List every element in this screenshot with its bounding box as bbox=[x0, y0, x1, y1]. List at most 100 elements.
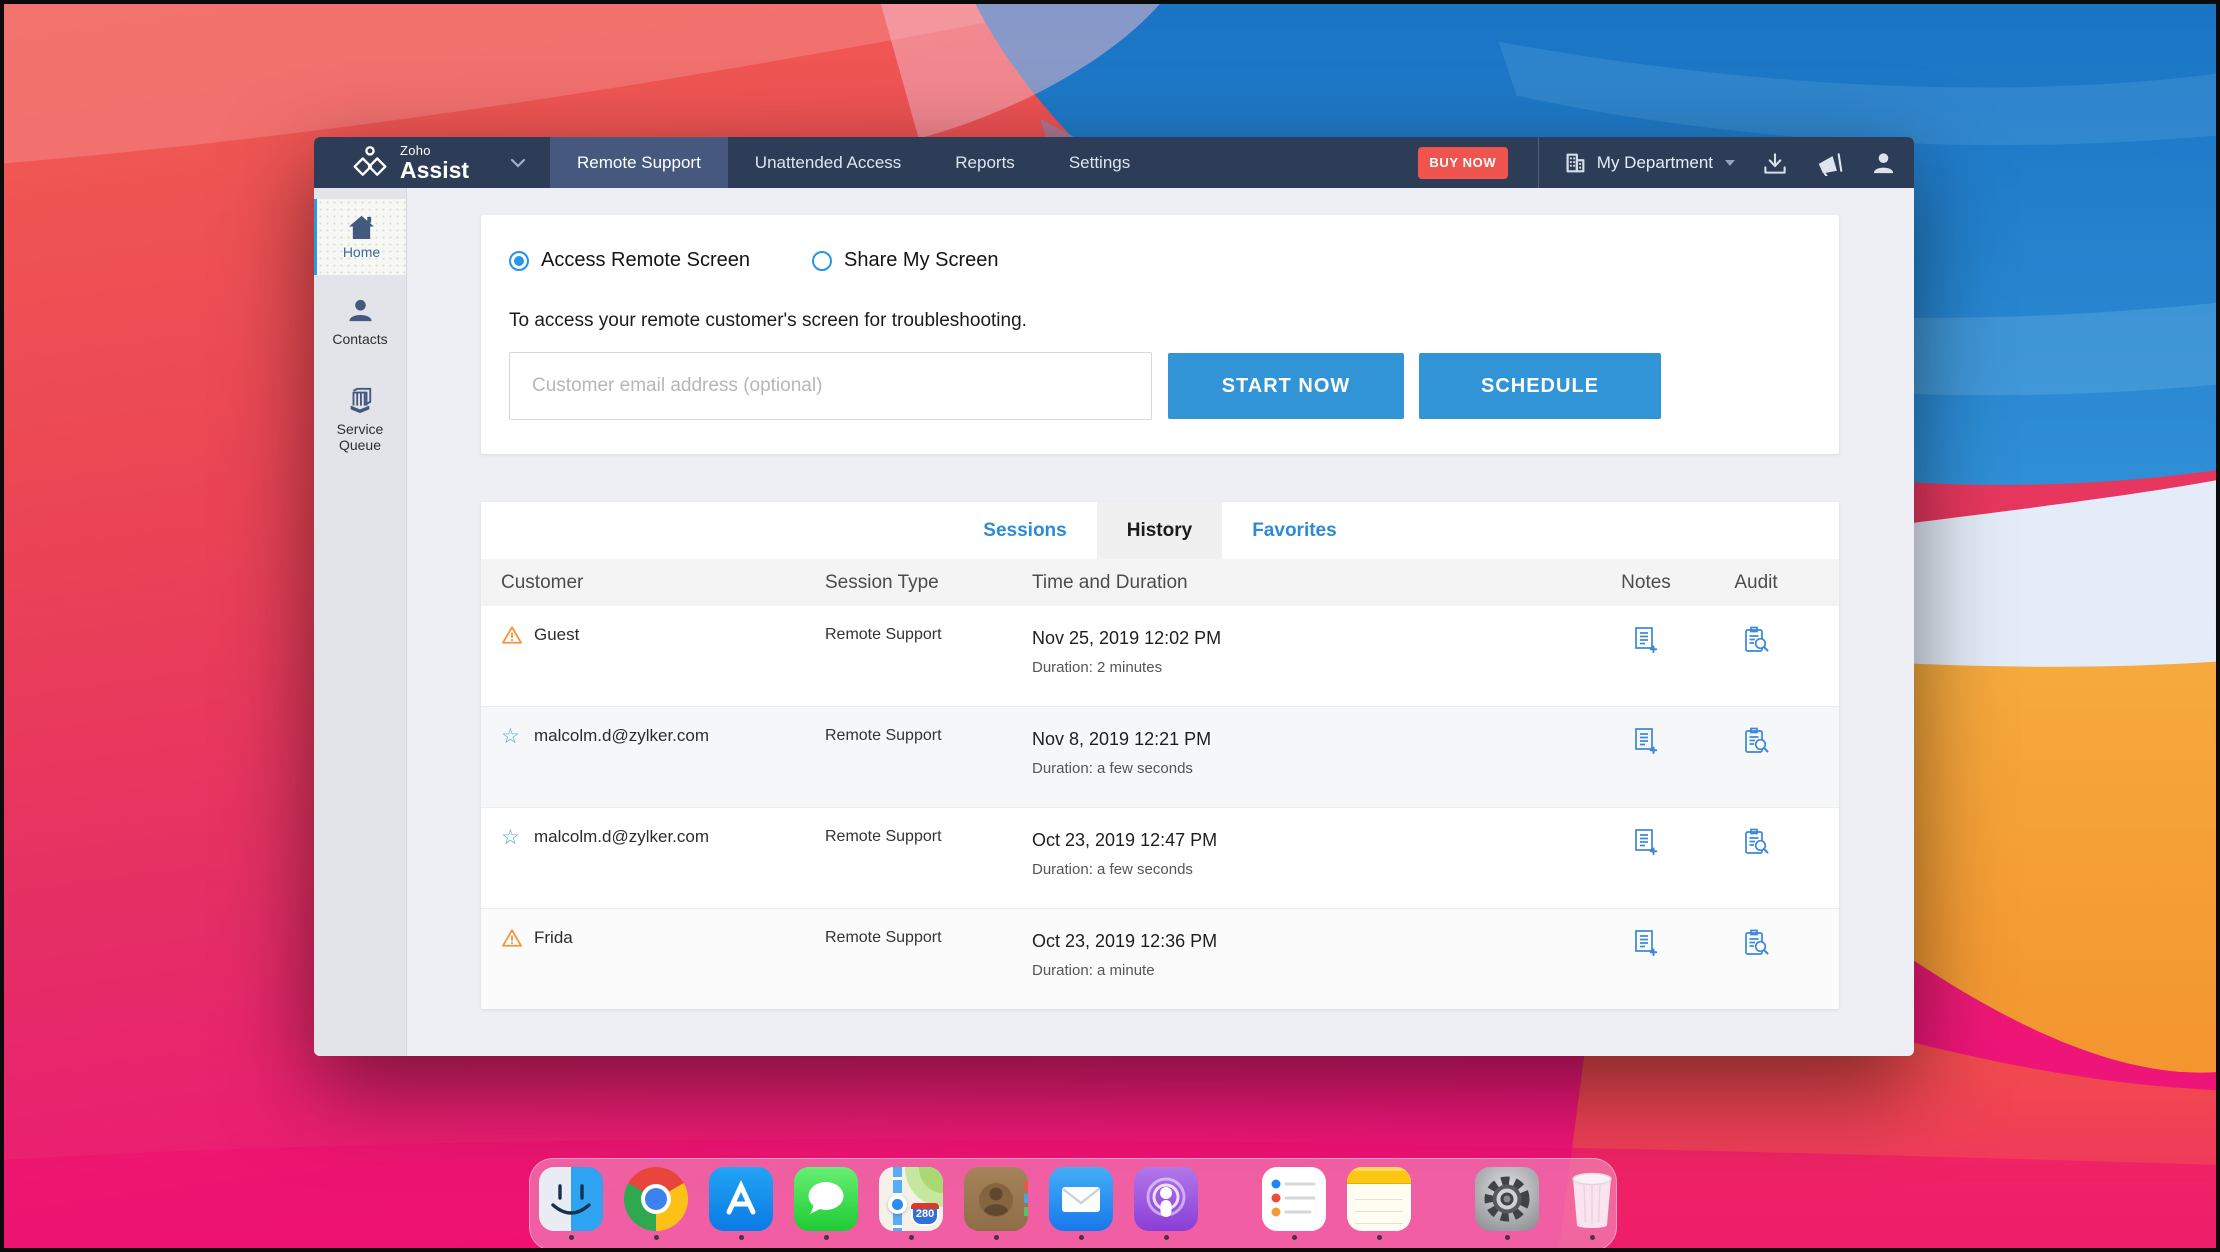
buy-now-button[interactable]: BUY NOW bbox=[1417, 146, 1508, 179]
session-time: Oct 23, 2019 12:36 PM bbox=[1032, 931, 1218, 951]
note-add-icon bbox=[1635, 728, 1658, 754]
contacts-person-icon bbox=[348, 299, 372, 322]
audit-button[interactable] bbox=[1701, 624, 1811, 706]
access-remote-screen-label[interactable]: Access Remote Screen bbox=[541, 249, 750, 272]
sidebar-item-home[interactable]: Home bbox=[314, 199, 406, 275]
session-duration: Duration: 2 minutes bbox=[1032, 659, 1163, 676]
profile-button[interactable] bbox=[1871, 150, 1896, 175]
start-now-button[interactable]: START NOW bbox=[1168, 353, 1404, 419]
trash-icon bbox=[1560, 1167, 1624, 1231]
audit-button[interactable] bbox=[1701, 725, 1811, 807]
department-selector[interactable]: My Department bbox=[1563, 151, 1735, 175]
session-time: Nov 8, 2019 12:21 PM bbox=[1032, 729, 1212, 749]
favorite-star-icon[interactable]: ☆ bbox=[501, 826, 534, 908]
service-queue-icon bbox=[350, 388, 372, 414]
chrome-icon bbox=[624, 1167, 688, 1231]
session-duration: Duration: a minute bbox=[1032, 962, 1155, 979]
table-row[interactable]: ☆ malcolm.d@zylker.com Remote Support No… bbox=[481, 706, 1839, 807]
dock-mail[interactable] bbox=[1049, 1167, 1113, 1240]
session-type: Remote Support bbox=[825, 727, 942, 744]
navbar-divider bbox=[1537, 137, 1539, 188]
column-time-duration: Time and Duration bbox=[1032, 571, 1188, 593]
customer-email-input[interactable] bbox=[509, 352, 1152, 420]
chevron-down-icon[interactable] bbox=[510, 158, 526, 168]
share-my-screen-label[interactable]: Share My Screen bbox=[844, 249, 999, 272]
user-icon bbox=[1873, 153, 1894, 174]
nav-tab-settings[interactable]: Settings bbox=[1042, 137, 1157, 188]
column-audit: Audit bbox=[1734, 571, 1778, 593]
note-add-icon bbox=[1635, 829, 1658, 855]
session-type: Remote Support bbox=[825, 626, 942, 643]
dock-reminders[interactable] bbox=[1262, 1167, 1326, 1240]
megaphone-icon bbox=[1818, 152, 1843, 176]
running-indicator bbox=[1504, 1235, 1510, 1240]
table-row[interactable]: Guest Remote Support Nov 25, 2019 12:02 … bbox=[481, 606, 1839, 706]
running-indicator bbox=[993, 1235, 999, 1240]
nav-tab-remote-support[interactable]: Remote Support bbox=[550, 137, 728, 188]
access-remote-screen-radio[interactable] bbox=[509, 250, 529, 271]
sidebar-item-contacts[interactable]: Contacts bbox=[314, 297, 406, 347]
dock-notes[interactable] bbox=[1347, 1167, 1411, 1240]
department-label: My Department bbox=[1596, 152, 1713, 172]
download-icon bbox=[1764, 152, 1786, 174]
history-tabs: Sessions History Favorites bbox=[481, 502, 1839, 559]
dock-trash[interactable] bbox=[1560, 1167, 1624, 1240]
schedule-button[interactable]: SCHEDULE bbox=[1419, 353, 1661, 419]
running-indicator bbox=[1589, 1235, 1595, 1240]
add-note-button[interactable] bbox=[1591, 725, 1701, 807]
nav-tabs: Remote Support Unattended Access Reports… bbox=[550, 137, 1157, 188]
customer-name: malcolm.d@zylker.com bbox=[534, 726, 710, 745]
audit-button[interactable] bbox=[1701, 927, 1811, 1009]
session-start-panel: Access Remote Screen Share My Screen To … bbox=[481, 215, 1839, 454]
download-button[interactable] bbox=[1761, 150, 1789, 176]
brand-assist: Assist bbox=[400, 156, 470, 183]
maps-route-badge: 280 bbox=[915, 1208, 935, 1221]
zoho-assist-logo-icon bbox=[353, 145, 387, 176]
table-row[interactable]: ☆ malcolm.d@zylker.com Remote Support Oc… bbox=[481, 807, 1839, 908]
favorite-star-icon[interactable]: ☆ bbox=[501, 725, 534, 807]
announcements-button[interactable] bbox=[1815, 150, 1845, 176]
department-caret-icon bbox=[1725, 159, 1735, 166]
add-note-button[interactable] bbox=[1591, 826, 1701, 908]
dock-system-preferences[interactable] bbox=[1475, 1167, 1539, 1240]
session-time: Oct 23, 2019 12:47 PM bbox=[1032, 830, 1218, 850]
dock-chrome[interactable] bbox=[624, 1167, 688, 1240]
running-indicator bbox=[908, 1235, 914, 1240]
add-note-button[interactable] bbox=[1591, 624, 1701, 706]
dock-podcasts[interactable] bbox=[1134, 1167, 1198, 1240]
dock-contacts[interactable] bbox=[964, 1167, 1028, 1240]
sidebar: Home Contacts Service Queue bbox=[314, 188, 407, 1056]
tab-history[interactable]: History bbox=[1096, 502, 1223, 559]
dock-maps[interactable]: 280 bbox=[879, 1167, 943, 1240]
tab-sessions[interactable]: Sessions bbox=[953, 502, 1096, 559]
column-session-type: Session Type bbox=[825, 571, 939, 593]
add-note-button[interactable] bbox=[1591, 927, 1701, 1009]
sessions-history-panel: Sessions History Favorites Customer Sess… bbox=[481, 502, 1839, 1009]
brand-zoho: Zoho bbox=[400, 142, 431, 158]
running-indicator bbox=[653, 1235, 659, 1240]
table-header: Customer Session Type Time and Duration … bbox=[481, 559, 1839, 606]
running-indicator bbox=[823, 1235, 829, 1240]
audit-clipboard-icon bbox=[1745, 828, 1769, 854]
tab-favorites[interactable]: Favorites bbox=[1222, 502, 1366, 559]
finder-icon bbox=[539, 1167, 603, 1231]
note-add-icon bbox=[1635, 627, 1658, 653]
share-my-screen-radio[interactable] bbox=[811, 250, 832, 271]
nav-tab-reports[interactable]: Reports bbox=[928, 137, 1042, 188]
table-row[interactable]: Frida Remote Support Oct 23, 2019 12:36 … bbox=[481, 908, 1839, 1009]
customer-name: Frida bbox=[534, 928, 573, 947]
maps-icon: 280 bbox=[879, 1167, 943, 1231]
nav-tab-unattended-access[interactable]: Unattended Access bbox=[728, 137, 928, 188]
audit-clipboard-icon bbox=[1745, 626, 1769, 652]
sidebar-item-label: Contacts bbox=[332, 331, 388, 347]
sidebar-item-service-queue[interactable]: Service Queue bbox=[314, 387, 406, 453]
session-time: Nov 25, 2019 12:02 PM bbox=[1032, 628, 1222, 648]
macos-dock: 280 bbox=[529, 1158, 1617, 1248]
dock-finder[interactable] bbox=[539, 1167, 603, 1240]
system-preferences-icon bbox=[1475, 1167, 1539, 1231]
dock-app-store[interactable] bbox=[709, 1167, 773, 1240]
customer-name: Guest bbox=[534, 625, 580, 644]
audit-button[interactable] bbox=[1701, 826, 1811, 908]
app-logo[interactable]: Zoho Assist bbox=[314, 137, 550, 188]
dock-messages[interactable] bbox=[794, 1167, 858, 1240]
